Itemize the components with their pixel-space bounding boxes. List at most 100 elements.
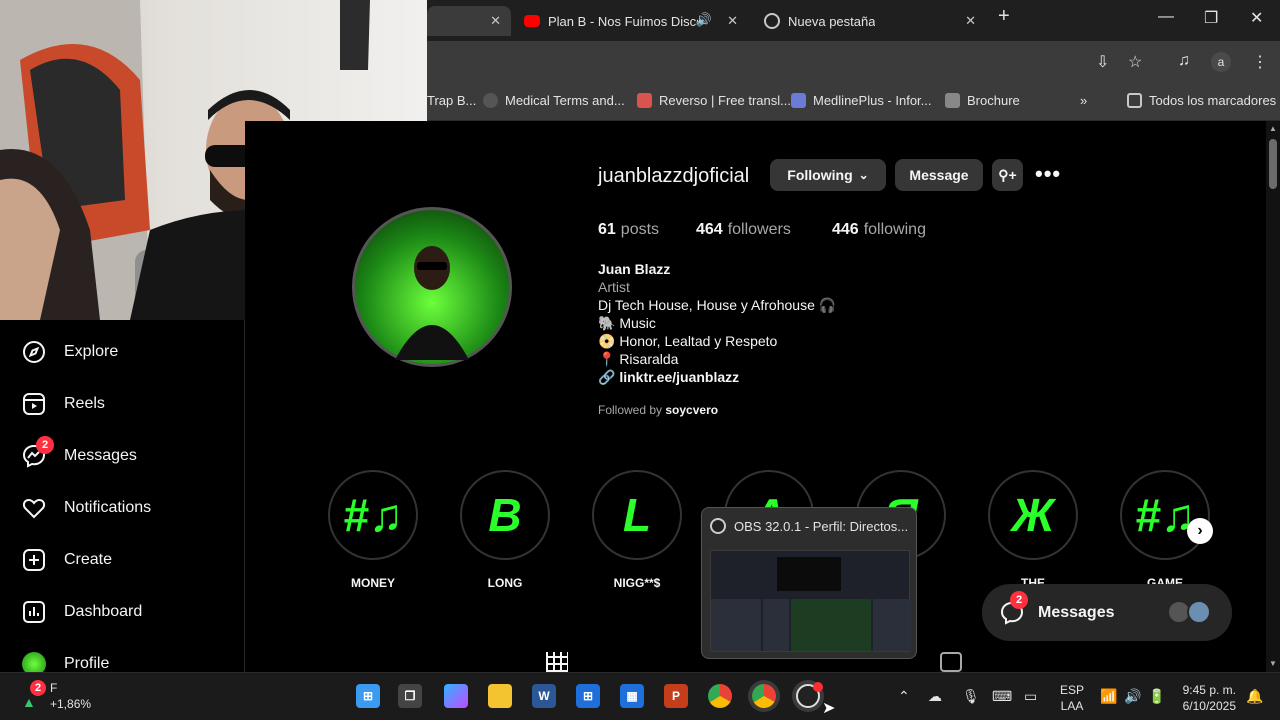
- more-bookmarks-icon[interactable]: »: [1080, 93, 1087, 108]
- obs-window-preview[interactable]: OBS 32.0.1 - Perfil: Directos...: [701, 507, 917, 659]
- close-icon[interactable]: ✕: [965, 13, 976, 29]
- chrome-profile-icon[interactable]: [752, 684, 776, 708]
- highlight-item[interactable]: #♫ MONEY: [328, 470, 418, 590]
- menu-dots-icon[interactable]: ⋮: [1252, 52, 1268, 72]
- chrome-icon[interactable]: [708, 684, 732, 708]
- restore-icon[interactable]: ❐: [1204, 8, 1218, 28]
- chevron-right-icon: ›: [1197, 522, 1203, 539]
- messages-pill-label: Messages: [1038, 603, 1115, 621]
- notification-badge: 2: [36, 436, 54, 454]
- wifi-icon[interactable]: 📶: [1100, 688, 1117, 705]
- following-button[interactable]: Following ⌄: [770, 159, 886, 191]
- youtube-icon: [524, 15, 540, 27]
- battery-icon[interactable]: 🔋: [1148, 688, 1165, 705]
- new-tab-icon[interactable]: +: [998, 5, 1010, 28]
- message-button[interactable]: Message: [895, 159, 983, 191]
- all-bookmarks[interactable]: Todos los marcadores: [1127, 93, 1276, 108]
- calendar-icon[interactable]: ▦: [620, 684, 644, 708]
- stock-label: F: [50, 681, 58, 695]
- following-button-label: Following: [787, 167, 853, 183]
- tab-active[interactable]: ✕: [427, 6, 511, 36]
- task-view-icon[interactable]: ❐: [398, 684, 422, 708]
- followers-count: 464: [696, 221, 723, 238]
- file-explorer-icon[interactable]: [488, 684, 512, 708]
- tab-youtube[interactable]: Plan B - Nos Fuimos Discote 🔊 ✕: [518, 6, 748, 36]
- bookmark-icon: [791, 93, 806, 108]
- highlight-item[interactable]: Ж THE: [988, 470, 1078, 590]
- keyboard-icon[interactable]: ⌨: [992, 688, 1012, 705]
- tab-new-tab[interactable]: Nueva pestaña ✕: [756, 6, 986, 36]
- clock-date: 6/10/2025: [1182, 699, 1236, 713]
- scroll-down-icon[interactable]: ▼: [1269, 659, 1277, 668]
- tagged-icon[interactable]: [940, 652, 962, 672]
- obs-icon: [710, 518, 726, 534]
- close-icon[interactable]: ✕: [727, 13, 738, 29]
- highlight-cover: #♫: [1120, 470, 1210, 560]
- following-stat[interactable]: 446 following: [832, 221, 926, 239]
- sidebar-item-explore[interactable]: Explore: [22, 340, 118, 364]
- following-label: following: [863, 221, 926, 238]
- bookmark-item[interactable]: Brochure: [945, 93, 1020, 108]
- bio-line: Dj Tech House, House y Afrohouse 🎧: [598, 297, 837, 313]
- star-icon[interactable]: ☆: [1128, 52, 1142, 72]
- highlight-item[interactable]: L NIGG**$: [592, 470, 682, 590]
- sidebar-item-notifications[interactable]: Notifications: [22, 496, 151, 520]
- word-icon[interactable]: W: [532, 684, 556, 708]
- messages-floating-button[interactable]: 2 Messages: [982, 584, 1232, 641]
- close-window-icon[interactable]: ✕: [1250, 8, 1263, 28]
- microphone-icon[interactable]: 🎙: [962, 688, 980, 705]
- bookmark-item[interactable]: Medical Terms and...: [483, 93, 625, 108]
- chevron-up-icon[interactable]: ⌃: [898, 688, 910, 705]
- media-control-icon[interactable]: ♫: [1178, 52, 1190, 70]
- bookmark-label: Medical Terms and...: [505, 93, 625, 108]
- profile-link[interactable]: 🔗 linktr.ee/juanblazz: [598, 369, 739, 386]
- bio-line: 🐘 Music: [598, 315, 656, 331]
- sidebar-item-create[interactable]: Create: [22, 548, 112, 572]
- minimize-icon[interactable]: —: [1158, 8, 1174, 26]
- options-icon[interactable]: •••: [1035, 161, 1061, 187]
- highlight-item[interactable]: B LONG: [460, 470, 550, 590]
- display-icon[interactable]: ▭: [1024, 688, 1037, 705]
- bookmark-item[interactable]: Trap B...: [427, 93, 476, 108]
- bookmark-label: Brochure: [967, 93, 1020, 108]
- profile-avatar[interactable]: a: [1211, 52, 1231, 72]
- highlight-label: NIGG**$: [613, 576, 661, 590]
- add-person-icon: ⚲+: [998, 166, 1017, 183]
- store-icon[interactable]: ⊞: [576, 684, 600, 708]
- following-count: 446: [832, 221, 859, 238]
- scroll-up-icon[interactable]: ▲: [1269, 124, 1277, 133]
- bookmark-icon: [483, 93, 498, 108]
- copilot-icon[interactable]: [444, 684, 468, 708]
- add-user-button[interactable]: ⚲+: [992, 159, 1023, 191]
- bookmark-item[interactable]: MedlinePlus - Infor...: [791, 93, 932, 108]
- scrollbar-thumb[interactable]: [1269, 139, 1277, 189]
- reels-icon: [22, 392, 46, 416]
- clock[interactable]: 9:45 p. m. 6/10/2025: [1176, 682, 1236, 714]
- followed-by[interactable]: Followed by soycvero: [598, 403, 718, 417]
- sidebar-item-reels[interactable]: Reels: [22, 392, 105, 416]
- stock-widget[interactable]: 2 ▲ F +1,86%: [20, 680, 100, 716]
- chevron-down-icon: ⌄: [858, 168, 869, 182]
- sidebar-item-messages[interactable]: 2 Messages: [22, 436, 137, 468]
- install-app-icon[interactable]: ⇩: [1096, 52, 1109, 72]
- scrollbar[interactable]: ▲ ▼: [1266, 121, 1280, 672]
- followers-stat[interactable]: 464 followers: [696, 221, 791, 239]
- speaker-icon[interactable]: 🔊: [696, 12, 712, 28]
- sidebar-item-label: Explore: [64, 343, 119, 360]
- volume-icon[interactable]: 🔊: [1124, 688, 1141, 705]
- cloud-icon[interactable]: ☁: [928, 688, 942, 705]
- sidebar-item-dashboard[interactable]: Dashboard: [22, 600, 142, 624]
- bookmark-item[interactable]: Reverso | Free transl...: [637, 93, 791, 108]
- grid-icon[interactable]: [546, 652, 568, 672]
- powerpoint-icon[interactable]: P: [664, 684, 688, 708]
- close-icon[interactable]: ✕: [490, 13, 501, 29]
- messenger-icon: 2: [22, 436, 54, 468]
- highlights-next-button[interactable]: ›: [1187, 518, 1213, 544]
- profile-link-text: linktr.ee/juanblazz: [619, 369, 740, 385]
- windows-start-icon[interactable]: ⊞: [356, 684, 380, 708]
- profile-avatar-large[interactable]: [352, 207, 512, 367]
- language-indicator[interactable]: ESP LAA: [1060, 682, 1084, 714]
- notification-bell-icon[interactable]: 🔔: [1246, 688, 1263, 705]
- messenger-icon: 2: [1000, 590, 1028, 625]
- avatar: [1187, 600, 1211, 624]
